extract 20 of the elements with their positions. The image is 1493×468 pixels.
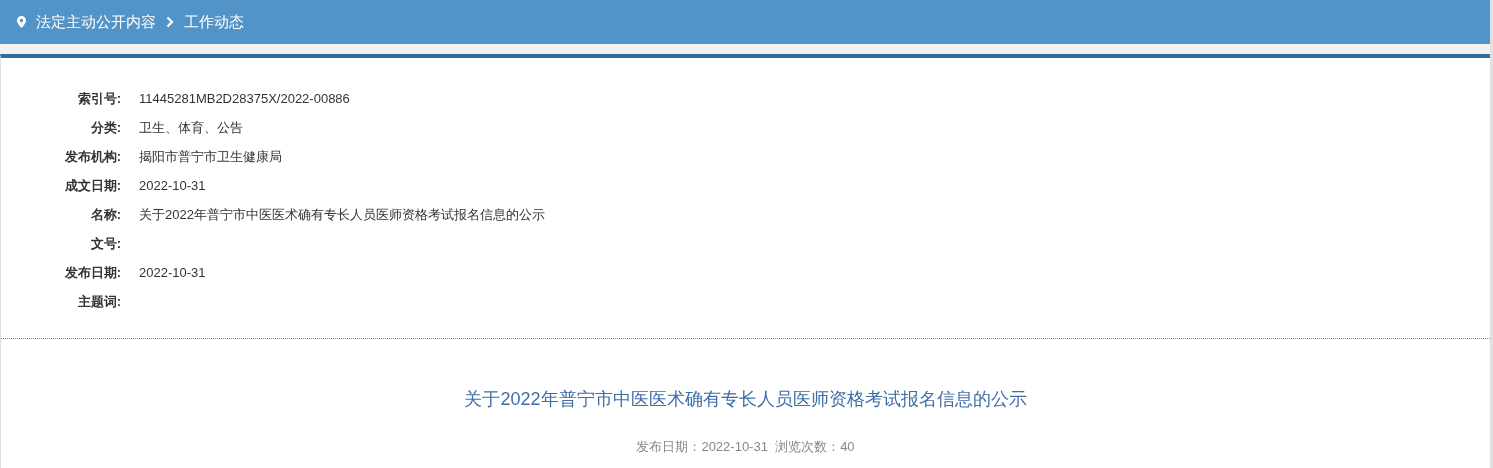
- field-value: 关于2022年普宁市中医医术确有专长人员医师资格考试报名信息的公示: [139, 205, 545, 224]
- field-label: 发布日期:: [63, 263, 121, 282]
- field-value: 11445281MB2D28375X/2022-00886: [139, 91, 350, 106]
- field-value: 2022-10-31: [139, 265, 206, 280]
- article-title: 关于2022年普宁市中医医术确有专长人员医师资格考试报名信息的公示: [463, 388, 1028, 411]
- field-value: 卫生、体育、公告: [139, 118, 243, 137]
- field-label: 分类:: [89, 118, 121, 137]
- article-info: 发布日期：2022-10-31 浏览次数：40: [635, 438, 856, 456]
- field-value: 揭阳市普宁市卫生健康局: [139, 147, 282, 166]
- field-label: 成文日期:: [63, 176, 121, 195]
- field-label: 文号:: [89, 234, 121, 253]
- chevron-right-icon: [166, 16, 174, 28]
- breadcrumb-link[interactable]: 法定主动公开内容: [36, 12, 156, 32]
- location-pin-icon: [17, 16, 26, 28]
- breadcrumb-link[interactable]: 工作动态: [184, 12, 244, 32]
- field-label: 主题词:: [76, 292, 121, 311]
- field-label: 发布机构:: [63, 147, 121, 166]
- field-label: 名称:: [89, 205, 121, 224]
- field-label: 索引号:: [76, 89, 121, 108]
- field-value: 2022-10-31: [139, 178, 206, 193]
